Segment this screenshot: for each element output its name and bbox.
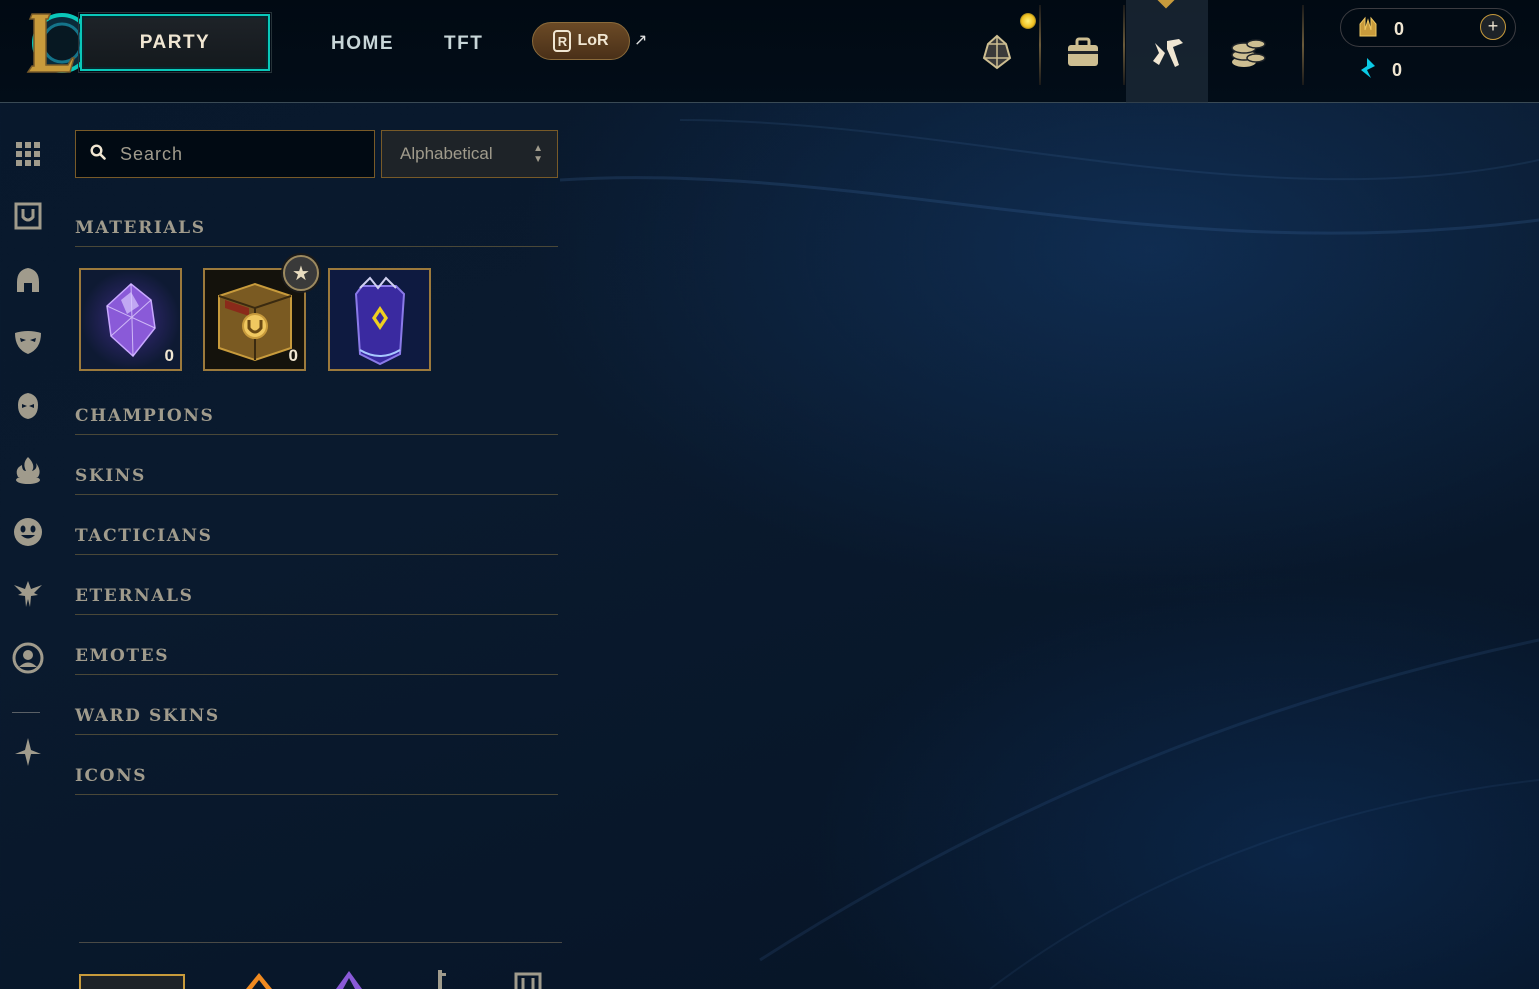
grid-icon[interactable] [12,138,44,170]
flame-icon[interactable] [12,454,44,486]
notification-dot [1020,13,1036,29]
category-emotes[interactable]: EMOTES [75,646,558,675]
coins-icon[interactable] [1207,0,1289,103]
blue-essence-icon [1356,57,1378,84]
star-badge-icon: ★ [283,255,319,291]
bottom-key-icon[interactable] [430,970,450,989]
search-box[interactable] [75,130,375,178]
mask-icon[interactable] [12,326,44,358]
category-label: TACTICIANS [75,526,213,546]
material-tile[interactable] [328,268,431,371]
background-streaks [560,100,1539,989]
category-label: EMOTES [75,646,170,666]
category-label: MATERIALS [75,218,206,238]
category-champions[interactable]: CHAMPIONS [75,406,558,435]
category-label: WARD SKINS [75,706,220,726]
material-tile[interactable]: 0 [79,268,182,371]
profile-icon[interactable] [12,642,44,674]
sort-selected: Alphabetical [400,144,493,163]
helmet-icon[interactable] [12,264,44,296]
category-ward-skins[interactable]: WARD SKINS [75,706,558,735]
divider [1039,5,1041,85]
category-icons[interactable]: ICONS [75,766,558,795]
nav-tft[interactable]: TFT [444,33,483,55]
bottom-collection-icon[interactable] [514,972,542,989]
bottom-divider [79,942,562,943]
buy-rp-button[interactable]: + [1480,14,1506,40]
category-skins[interactable]: SKINS [75,466,558,495]
eternals-icon[interactable] [12,578,44,610]
rail-divider [12,712,40,713]
lor-launch-button[interactable]: R LoR [532,22,630,60]
collection-icon[interactable] [12,200,44,232]
nav-home[interactable]: HOME [331,33,394,55]
emote-face-icon[interactable] [12,516,44,548]
party-button-label: PARTY [139,31,211,53]
riot-r-icon: R [553,30,572,52]
category-materials[interactable]: MATERIALS [75,218,558,247]
blue-essence-amount: 0 [1392,60,1403,80]
loot-crafting-icon[interactable] [1126,0,1208,103]
bottom-tab-active[interactable] [79,974,185,989]
party-button[interactable]: PARTY [78,12,272,73]
backpack-icon[interactable] [1042,0,1124,103]
bottom-purple-icon[interactable] [334,970,364,989]
search-input[interactable] [120,143,360,165]
ward-icon[interactable] [12,736,44,768]
blue-essence-balance: 0 [1356,57,1402,84]
category-eternals[interactable]: ETERNALS [75,586,558,615]
champion-face-icon[interactable] [12,390,44,422]
sort-dropdown[interactable]: Alphabetical ▲ ▼ [381,130,558,178]
category-label: ICONS [75,766,148,786]
search-icon [90,143,106,165]
mythic-key-item-icon [330,270,429,369]
item-count: 0 [164,346,174,365]
category-tacticians[interactable]: TACTICIANS [75,526,558,555]
item-count: 0 [288,346,298,365]
external-link-icon: ↗ [634,32,648,49]
category-label: CHAMPIONS [75,406,215,426]
rp-amount: 0 [1394,19,1405,39]
rp-icon [1356,16,1380,43]
bottom-orange-icon[interactable] [244,972,274,989]
rp-balance: 0 [1356,16,1404,43]
divider [1123,5,1125,85]
divider [1302,5,1304,85]
dropdown-arrows-icon: ▲ ▼ [533,143,543,165]
lor-label: LoR [577,32,609,49]
category-label: ETERNALS [75,586,194,606]
category-label: SKINS [75,466,146,486]
